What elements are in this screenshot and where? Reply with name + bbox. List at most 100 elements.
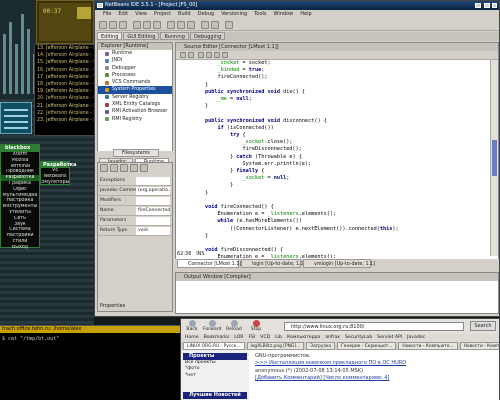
- menu-item[interactable]: Выход: [1, 245, 39, 251]
- tab-debugging[interactable]: Debugging: [189, 32, 226, 40]
- debug-icon[interactable]: [201, 21, 209, 29]
- list-item[interactable]: 21. Jefferson Airplane - Me...: [35, 103, 95, 110]
- tree-item[interactable]: Runtime: [98, 50, 172, 57]
- browser-tab[interactable]: Генерик - Скриншот...: [337, 342, 397, 350]
- maximize-icon[interactable]: [484, 3, 490, 8]
- minimize-icon[interactable]: [475, 3, 481, 8]
- list-item[interactable]: 17. Jefferson Airplane - Wh...: [35, 74, 95, 81]
- back-icon[interactable]: [180, 52, 186, 58]
- browser-tab[interactable]: logXLBlitz.png [PNG]...: [246, 342, 305, 350]
- terminal-title[interactable]: trach office.tehn.ru: /home/alex: [0, 326, 180, 333]
- build-icon[interactable]: [177, 21, 185, 29]
- search-button[interactable]: Search: [470, 321, 496, 331]
- dock-app-icon[interactable]: [0, 102, 32, 134]
- bookmark-link[interactable]: Home: [185, 334, 199, 342]
- property-row[interactable]: Javadoc Comment(org.operatio...: [98, 186, 172, 196]
- comment-icon[interactable]: [214, 52, 220, 58]
- list-item[interactable]: 13. Jefferson Airplane - Fa...: [35, 45, 95, 52]
- reload-button[interactable]: Reload: [225, 320, 243, 332]
- bookmark-link[interactable]: Bookmarks: [204, 334, 230, 342]
- paste-icon[interactable]: [153, 21, 161, 29]
- property-value[interactable]: [136, 197, 170, 205]
- menu-help[interactable]: Help: [300, 10, 311, 19]
- bookmark-link[interactable]: Javadoc: [407, 334, 425, 342]
- comments-link[interactable]: [Добавить Комментарий] [Число комментари…: [255, 375, 495, 382]
- compile-icon[interactable]: [167, 21, 175, 29]
- new-file-icon[interactable]: [99, 21, 107, 29]
- find-icon[interactable]: [198, 52, 204, 58]
- back-button[interactable]: Back: [183, 320, 201, 332]
- list-item[interactable]: 14. Jefferson Airplane - ...: [35, 52, 95, 59]
- bookmark-link[interactable]: VCD: [260, 334, 270, 342]
- music-player[interactable]: 00:37: [36, 0, 94, 44]
- bookmark-link[interactable]: FSI: [248, 334, 255, 342]
- bookmark-icon[interactable]: [206, 52, 212, 58]
- run-icon[interactable]: [187, 21, 195, 29]
- menu-project[interactable]: Project: [154, 10, 171, 19]
- code-area[interactable]: _socket = socket; _binded = true; fireCo…: [180, 60, 492, 258]
- tree-item[interactable]: VCS Commands: [98, 79, 172, 86]
- tree-item[interactable]: RMI Registry: [98, 116, 172, 123]
- list-item[interactable]: 15. Jefferson Airplane - Pl...: [35, 59, 95, 66]
- terminal-window[interactable]: trach office.tehn.ru: /home/alex $ cat "…: [0, 325, 180, 400]
- cut-icon[interactable]: [133, 21, 141, 29]
- playlist[interactable]: 13. Jefferson Airplane - Fa... 14. Jeffe…: [34, 44, 96, 136]
- property-row[interactable]: Return Type void: [98, 226, 172, 236]
- stop-button[interactable]: Stop: [247, 320, 265, 332]
- tree-item-selected[interactable]: System Properties: [98, 86, 172, 94]
- uncomment-icon[interactable]: [222, 52, 228, 58]
- menu-window[interactable]: Window: [274, 10, 294, 19]
- browser-tab[interactable]: LINUX.ORG.RU - Русск...: [183, 342, 245, 350]
- browser-tab[interactable]: Новости - Компьюте...: [459, 342, 499, 350]
- tree-item[interactable]: Processes: [98, 72, 172, 79]
- tab-connector[interactable]: Connector [LMost 1.1]: [177, 259, 241, 268]
- bookmark-link[interactable]: LOR: [234, 334, 243, 342]
- browser-tab[interactable]: Загрузка: [306, 342, 336, 350]
- bookmark-link[interactable]: SecurityLab: [345, 334, 372, 342]
- window-titlebar[interactable]: NetBeans IDE 3.5.1 - [Project JFS_00]: [95, 1, 499, 10]
- menu-file[interactable]: File: [103, 10, 111, 19]
- property-value[interactable]: (org.operatio...: [136, 187, 170, 195]
- menu-debug[interactable]: Debug: [198, 10, 214, 19]
- window-menu-icon[interactable]: [97, 3, 103, 8]
- property-row[interactable]: Exceptions: [98, 176, 172, 186]
- sidebar-link[interactable]: *нет: [185, 373, 216, 379]
- sort-alpha-icon[interactable]: [110, 164, 118, 172]
- property-row[interactable]: Modifiers: [98, 196, 172, 206]
- copy-icon[interactable]: [143, 21, 151, 29]
- open-icon[interactable]: [109, 21, 117, 29]
- bookmark-link[interactable]: anfrax: [325, 334, 340, 342]
- filter-icon[interactable]: [120, 164, 128, 172]
- tab-login[interactable]: login [Up-to-date; 1.1]: [241, 259, 305, 268]
- tab-filesystems[interactable]: Filesystems: [113, 149, 159, 157]
- forward-button[interactable]: Forward: [203, 320, 221, 332]
- news-link[interactable]: >>> Инсталляция новичком прикладного ПО …: [255, 360, 495, 367]
- list-item[interactable]: 23. Jefferson Airplane - Eu...: [35, 117, 95, 124]
- list-item[interactable]: 16. Jefferson Airplane - Ri...: [35, 67, 95, 74]
- menu-build[interactable]: Build: [178, 10, 191, 19]
- tab-gui-editing[interactable]: GUI Editing: [123, 32, 160, 40]
- property-value[interactable]: void: [136, 227, 170, 235]
- customize-icon[interactable]: [130, 164, 138, 172]
- help-icon[interactable]: [140, 164, 148, 172]
- url-field[interactable]: http://www.linux.org.ru:8100/: [284, 322, 464, 331]
- list-item[interactable]: 19. Jefferson Airplane - ...: [35, 88, 95, 95]
- list-item[interactable]: 18. Jefferson Airplane - Bl...: [35, 81, 95, 88]
- bookmark-link[interactable]: Servlet API: [377, 334, 402, 342]
- close-icon[interactable]: [492, 3, 497, 8]
- submenu-item[interactable]: Netbeans: [41, 174, 69, 180]
- property-row[interactable]: Name fireConnected: [98, 206, 172, 216]
- browser-tab[interactable]: Новости - Компьюте...: [398, 342, 458, 350]
- tab-editing[interactable]: Editing: [97, 32, 123, 40]
- tab-running[interactable]: Running: [160, 32, 189, 40]
- property-value[interactable]: [136, 217, 170, 225]
- stop-icon[interactable]: [211, 21, 219, 29]
- tree-item[interactable]: Debugger: [98, 65, 172, 72]
- volume-mixer[interactable]: [0, 0, 38, 98]
- tree-item[interactable]: Server Registry: [98, 94, 172, 101]
- submenu-item[interactable]: Эмуляторы: [41, 180, 69, 186]
- bookmark-link[interactable]: Lib: [275, 334, 282, 342]
- tree-item[interactable]: RMI Activation Browser: [98, 108, 172, 115]
- bookmark-link[interactable]: Компьютерра: [287, 334, 320, 342]
- menu-edit[interactable]: Edit: [118, 10, 128, 19]
